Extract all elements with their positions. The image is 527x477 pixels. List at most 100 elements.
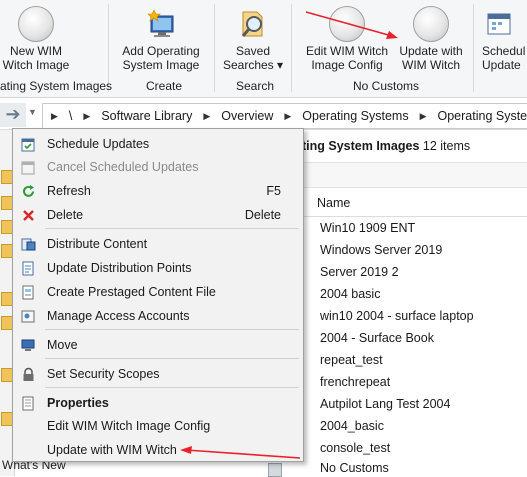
add-operating-system-image-button[interactable]: Add Operating System Image [114, 0, 208, 76]
menu-separator [45, 329, 299, 330]
menu-item-label: Cancel Scheduled Updates [47, 160, 199, 174]
table-row[interactable]: 2004 - Surface Book [320, 331, 434, 345]
menu-item-cancel-scheduled-updates[interactable]: Cancel Scheduled Updates [13, 156, 303, 178]
circle-icon [413, 6, 449, 42]
menu-item-label: Edit WIM Witch Image Config [47, 419, 210, 433]
table-row[interactable]: Autpilot Lang Test 2004 [320, 397, 450, 411]
menu-item-label: Set Security Scopes [47, 367, 160, 381]
menu-item-manage-access-accounts[interactable]: Manage Access Accounts [13, 305, 303, 327]
pane-title-text: ting System Images [302, 139, 419, 153]
menu-item-label: Schedule Updates [47, 137, 149, 151]
circle-icon [329, 6, 365, 42]
table-row[interactable]: frenchrepeat [320, 375, 390, 389]
schedule-updates-ribbon-button[interactable]: Schedul Update [482, 0, 527, 76]
button-label-line2: Searches ▾ [223, 58, 283, 72]
menu-item-delete[interactable]: Delete Delete [13, 204, 303, 226]
menu-item-label: Refresh [47, 184, 91, 198]
update-dp-icon [20, 260, 36, 276]
breadcrumb: ➔ ▼ ▶ \ ▶ Software Library ▶ Overview ▶ … [0, 101, 527, 130]
button-label-line2: WIM Witch [402, 58, 460, 72]
breadcrumb-path[interactable]: ▶ \ ▶ Software Library ▶ Overview ▶ Oper… [42, 103, 527, 129]
menu-item-set-security-scopes[interactable]: Set Security Scopes [13, 363, 303, 385]
group-separator [291, 4, 292, 92]
cancel-schedule-icon [20, 159, 36, 175]
breadcrumb-item[interactable]: Operating Syste [429, 109, 527, 123]
table-row[interactable]: Windows Server 2019 [320, 243, 442, 257]
table-row[interactable]: Server 2019 2 [320, 265, 399, 279]
button-label-line2: Witch Image [3, 58, 70, 72]
button-label-line2: Update [482, 58, 521, 72]
chevron-down-icon[interactable]: ▼ [28, 107, 37, 117]
security-scopes-icon [20, 366, 36, 382]
distribute-icon [20, 236, 36, 252]
button-label-line2: System Image [123, 58, 200, 72]
item-count: 12 items [419, 139, 470, 153]
ribbon-group-label: ating System Images [0, 79, 112, 93]
breadcrumb-separator-icon: ▶ [49, 111, 60, 122]
menu-item-edit-wim-witch-image-config[interactable]: Edit WIM Witch Image Config [13, 415, 303, 437]
menu-item-distribute-content[interactable]: Distribute Content [13, 233, 303, 255]
button-label-line1: New WIM [10, 44, 62, 58]
ribbon-group-label: No Customs [353, 79, 419, 93]
access-accounts-icon [20, 308, 36, 324]
menu-item-label: Manage Access Accounts [47, 309, 189, 323]
delete-icon [20, 207, 36, 223]
table-row[interactable]: 2004_basic [320, 419, 384, 433]
breadcrumb-item[interactable]: Software Library [92, 109, 201, 123]
breadcrumb-separator-icon: ▶ [81, 111, 92, 122]
schedule-updates-icon [20, 136, 36, 152]
ribbon-group-label: Search [236, 79, 274, 93]
button-label-line1: Saved [236, 44, 270, 58]
menu-separator [45, 387, 299, 388]
menu-separator [45, 228, 299, 229]
menu-item-move[interactable]: Move [13, 334, 303, 356]
breadcrumb-separator-icon: ▶ [201, 111, 212, 122]
saved-searches-button[interactable]: Saved Searches ▾ [220, 0, 286, 76]
saved-searches-icon [237, 8, 269, 40]
menu-item-label: Properties [47, 396, 109, 410]
update-with-wim-witch-button[interactable]: Update with WIM Witch [394, 0, 468, 76]
ribbon-group-label: Create [146, 79, 182, 93]
menu-separator [45, 358, 299, 359]
circle-icon [18, 6, 54, 42]
column-header-name[interactable]: Name [317, 196, 350, 210]
menu-item-label: Update with WIM Witch [47, 443, 177, 457]
prestaged-icon [20, 284, 36, 300]
menu-item-create-prestaged-content-file[interactable]: Create Prestaged Content File [13, 281, 303, 303]
back-arrow-icon[interactable]: ➔ [0, 103, 26, 127]
menu-item-update-with-wim-witch[interactable]: Update with WIM Witch [13, 439, 303, 461]
schedule-icon [485, 9, 515, 39]
menu-item-shortcut: F5 [266, 184, 281, 198]
breadcrumb-separator-icon: ▶ [418, 111, 429, 122]
button-label-line1: Edit WIM Witch [306, 44, 388, 58]
table-row[interactable]: Win10 1909 ENT [320, 221, 415, 235]
menu-item-shortcut: Delete [245, 208, 281, 222]
menu-item-label: Distribute Content [47, 237, 147, 251]
group-separator [214, 4, 215, 92]
breadcrumb-item[interactable]: \ [60, 109, 81, 123]
refresh-icon [20, 183, 36, 199]
move-icon [20, 337, 36, 353]
table-row[interactable]: No Customs [320, 461, 389, 475]
table-row[interactable]: console_test [320, 441, 390, 455]
table-row[interactable]: win10 2004 - surface laptop [320, 309, 474, 323]
breadcrumb-item[interactable]: Operating Systems [293, 109, 417, 123]
table-row[interactable]: repeat_test [320, 353, 383, 367]
new-wim-witch-image-button[interactable]: New WIM Witch Image [0, 0, 72, 76]
properties-icon [20, 395, 36, 411]
breadcrumb-separator-icon: ▶ [282, 111, 293, 122]
context-menu: Schedule Updates Cancel Scheduled Update… [12, 128, 304, 462]
menu-item-properties[interactable]: Properties [13, 392, 303, 414]
menu-item-label: Update Distribution Points [47, 261, 192, 275]
ribbon: New WIM Witch Image Add Operating System… [0, 0, 527, 98]
menu-item-schedule-updates[interactable]: Schedule Updates [13, 133, 303, 155]
table-row[interactable]: 2004 basic [320, 287, 380, 301]
menu-item-update-distribution-points[interactable]: Update Distribution Points [13, 257, 303, 279]
edit-wim-witch-image-config-button[interactable]: Edit WIM Witch Image Config [300, 0, 394, 76]
menu-item-refresh[interactable]: Refresh F5 [13, 180, 303, 202]
button-label-line1: Update with [399, 44, 462, 58]
image-icon [268, 463, 282, 477]
breadcrumb-item[interactable]: Overview [212, 109, 282, 123]
menu-item-label: Create Prestaged Content File [47, 285, 216, 299]
group-separator [473, 4, 474, 92]
